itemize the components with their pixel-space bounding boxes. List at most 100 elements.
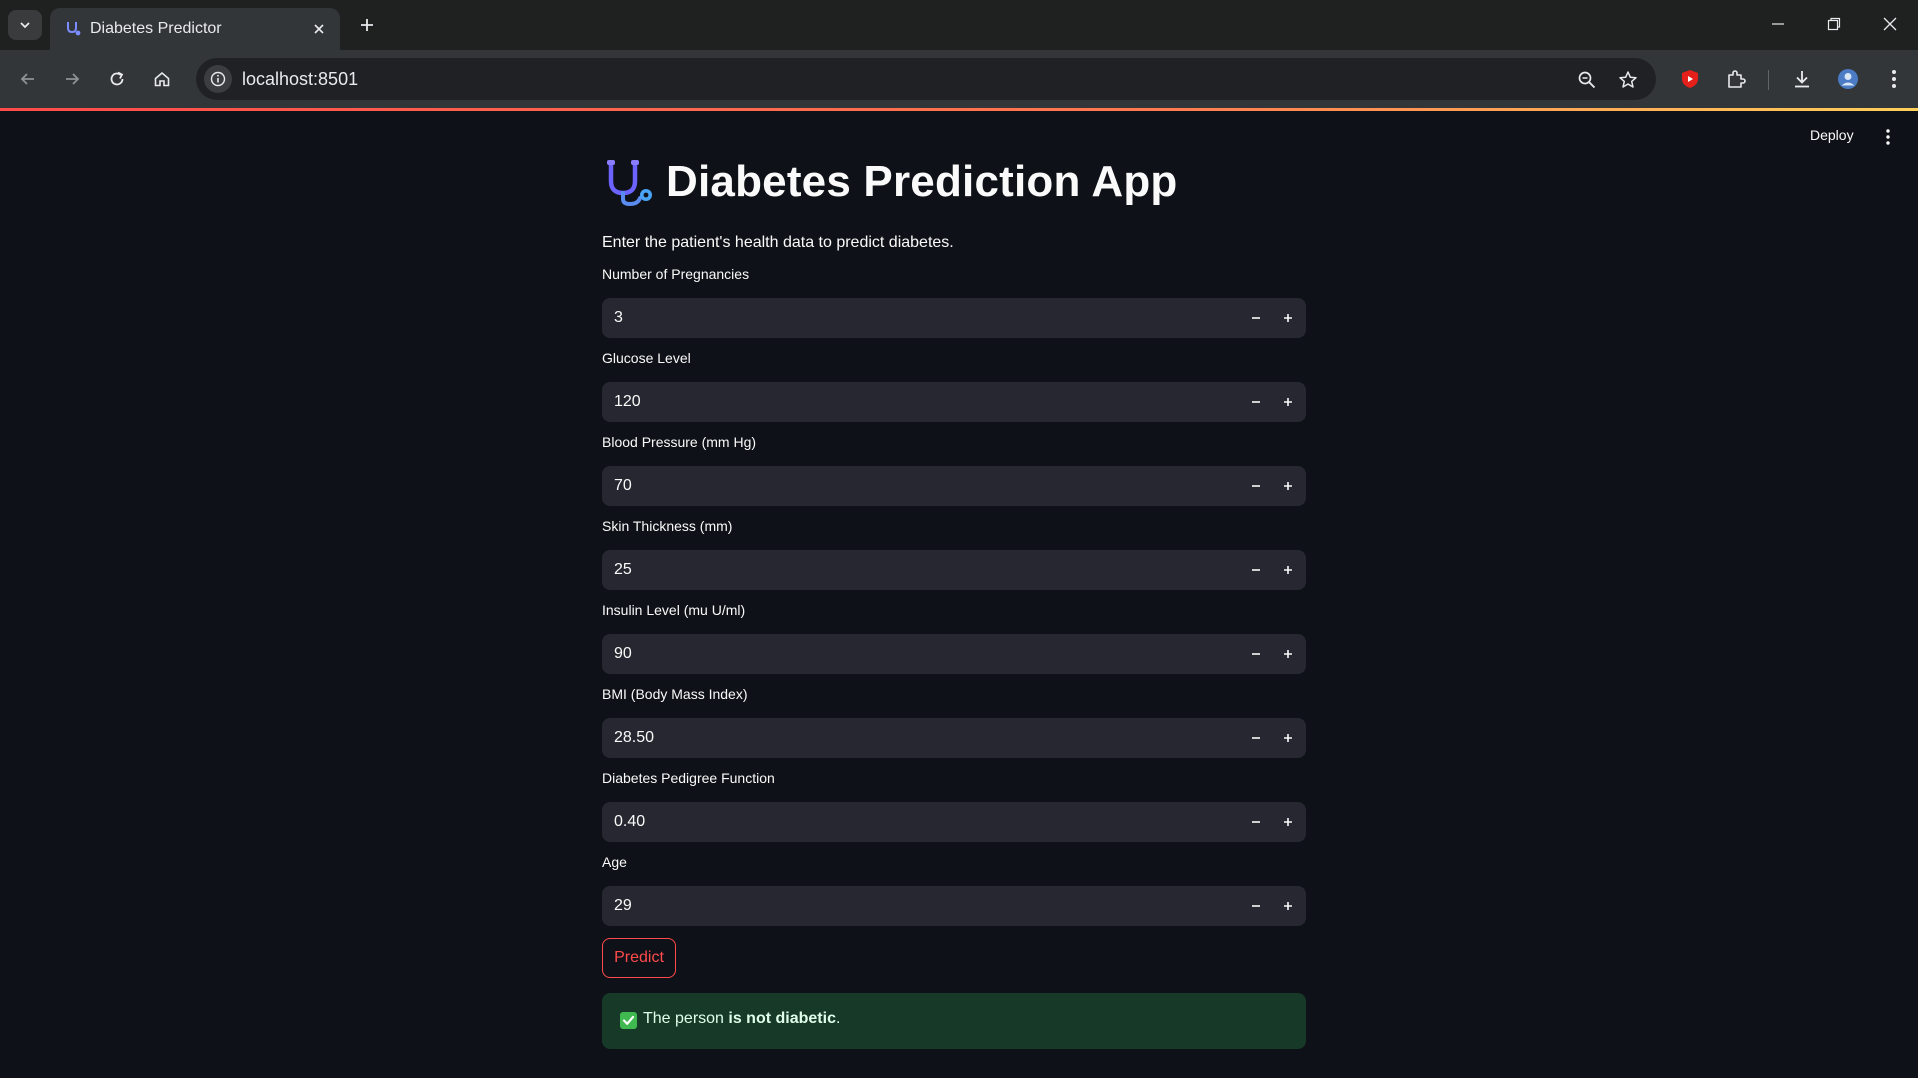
bmi-field: BMI (Body Mass Index) — [602, 686, 1306, 758]
profile-button[interactable] — [1832, 63, 1864, 95]
field-label: Blood Pressure (mm Hg) — [602, 434, 757, 450]
predict-button[interactable]: Predict — [602, 938, 676, 978]
increment-button[interactable] — [1272, 638, 1304, 670]
downloads-button[interactable] — [1786, 63, 1818, 95]
pregnancies-input[interactable] — [602, 298, 1222, 338]
toolbar-separator — [1768, 70, 1769, 90]
browser-tab[interactable]: Diabetes Predictor — [50, 8, 340, 50]
field-label: Insulin Level (mu U/ml) — [602, 602, 746, 618]
pregnancies-field: Number of Pregnancies — [602, 266, 1306, 338]
stethoscope-favicon-icon — [67, 22, 81, 36]
skin-thickness-input[interactable] — [602, 550, 1222, 590]
result-message: The person is not diabetic. — [643, 1010, 840, 1028]
forward-button[interactable] — [56, 63, 88, 95]
tab-title: Diabetes Predictor — [90, 20, 222, 37]
minus-icon — [1252, 569, 1260, 571]
decrement-button[interactable] — [1240, 722, 1272, 754]
tab-search-button[interactable] — [8, 10, 42, 40]
star-icon — [1619, 71, 1637, 88]
insulin-input[interactable] — [602, 634, 1222, 674]
minimize-icon — [1772, 23, 1784, 25]
increment-button[interactable] — [1272, 470, 1304, 502]
download-icon — [1795, 71, 1809, 88]
age-input[interactable] — [602, 886, 1222, 926]
info-icon — [210, 71, 226, 87]
minus-icon — [1252, 485, 1260, 487]
increment-button[interactable] — [1272, 554, 1304, 586]
restore-button[interactable] — [1814, 6, 1854, 42]
result-suffix: . — [835, 1010, 841, 1027]
number-input — [602, 634, 1306, 674]
home-button[interactable] — [146, 63, 178, 95]
new-tab-button[interactable] — [352, 10, 382, 40]
stethoscope-icon — [607, 160, 652, 207]
number-input — [602, 298, 1306, 338]
increment-button[interactable] — [1272, 302, 1304, 334]
increment-button[interactable] — [1272, 386, 1304, 418]
close-icon — [314, 24, 324, 34]
main-content: Diabetes Prediction App Enter the patien… — [602, 150, 1306, 1049]
address-bar[interactable]: localhost:8501 — [196, 58, 1656, 100]
glucose-input[interactable] — [602, 382, 1222, 422]
pedigree-input[interactable] — [602, 802, 1222, 842]
decrement-button[interactable] — [1240, 638, 1272, 670]
number-input — [602, 802, 1306, 842]
site-info-button[interactable] — [204, 65, 232, 93]
result-emphasis: is not diabetic — [728, 1010, 836, 1027]
puzzle-icon — [1728, 70, 1746, 88]
home-icon — [154, 71, 170, 87]
tab-close-button[interactable] — [308, 18, 330, 40]
url-text: localhost:8501 — [242, 69, 359, 89]
skin-thickness-field: Skin Thickness (mm) — [602, 518, 1306, 590]
blood-pressure-input[interactable] — [602, 466, 1222, 506]
plus-icon — [1284, 734, 1292, 742]
minus-icon — [1252, 401, 1260, 403]
decrement-button[interactable] — [1240, 386, 1272, 418]
browser-menu-button[interactable] — [1878, 63, 1910, 95]
increment-button[interactable] — [1272, 806, 1304, 838]
decrement-button[interactable] — [1240, 806, 1272, 838]
bmi-input[interactable] — [602, 718, 1222, 758]
back-button[interactable] — [12, 63, 44, 95]
decrement-button[interactable] — [1240, 554, 1272, 586]
blood-pressure-field: Blood Pressure (mm Hg) — [602, 434, 1306, 506]
reload-button[interactable] — [101, 63, 133, 95]
deploy-button[interactable]: Deploy — [1810, 127, 1854, 143]
arrow-left-icon — [20, 73, 34, 85]
minus-icon — [1252, 905, 1260, 907]
number-input — [602, 718, 1306, 758]
increment-button[interactable] — [1272, 890, 1304, 922]
decrement-button[interactable] — [1240, 470, 1272, 502]
zoom-button[interactable] — [1574, 67, 1600, 93]
window-close-button[interactable] — [1870, 6, 1910, 42]
pedigree-field: Diabetes Pedigree Function — [602, 770, 1306, 842]
result-prefix: The person — [643, 1010, 729, 1027]
minus-icon — [1252, 821, 1260, 823]
minimize-button[interactable] — [1758, 6, 1798, 42]
field-label: Glucose Level — [602, 350, 691, 366]
number-input — [602, 550, 1306, 590]
app-menu-button[interactable] — [1878, 125, 1898, 149]
bookmark-button[interactable] — [1615, 67, 1641, 93]
insulin-field: Insulin Level (mu U/ml) — [602, 602, 1306, 674]
decrement-button[interactable] — [1240, 302, 1272, 334]
field-label: Number of Pregnancies — [602, 266, 750, 282]
plus-icon — [1284, 902, 1292, 910]
number-input — [602, 886, 1306, 926]
field-label: Age — [602, 854, 627, 870]
zoom-out-icon — [1578, 71, 1596, 89]
restore-icon — [1827, 17, 1841, 31]
extensions-button[interactable] — [1720, 63, 1752, 95]
plus-icon — [361, 19, 373, 31]
increment-button[interactable] — [1272, 722, 1304, 754]
field-label: Skin Thickness (mm) — [602, 518, 733, 534]
plus-icon — [1284, 482, 1292, 490]
page-title: Diabetes Prediction App — [666, 157, 1178, 206]
extension-button[interactable] — [1674, 63, 1706, 95]
field-label: Diabetes Pedigree Function — [602, 770, 775, 786]
minus-icon — [1252, 317, 1260, 319]
plus-icon — [1284, 398, 1292, 406]
decrement-button[interactable] — [1240, 890, 1272, 922]
minus-icon — [1252, 737, 1260, 739]
browser-tab-strip: Diabetes Predictor — [0, 0, 1918, 50]
